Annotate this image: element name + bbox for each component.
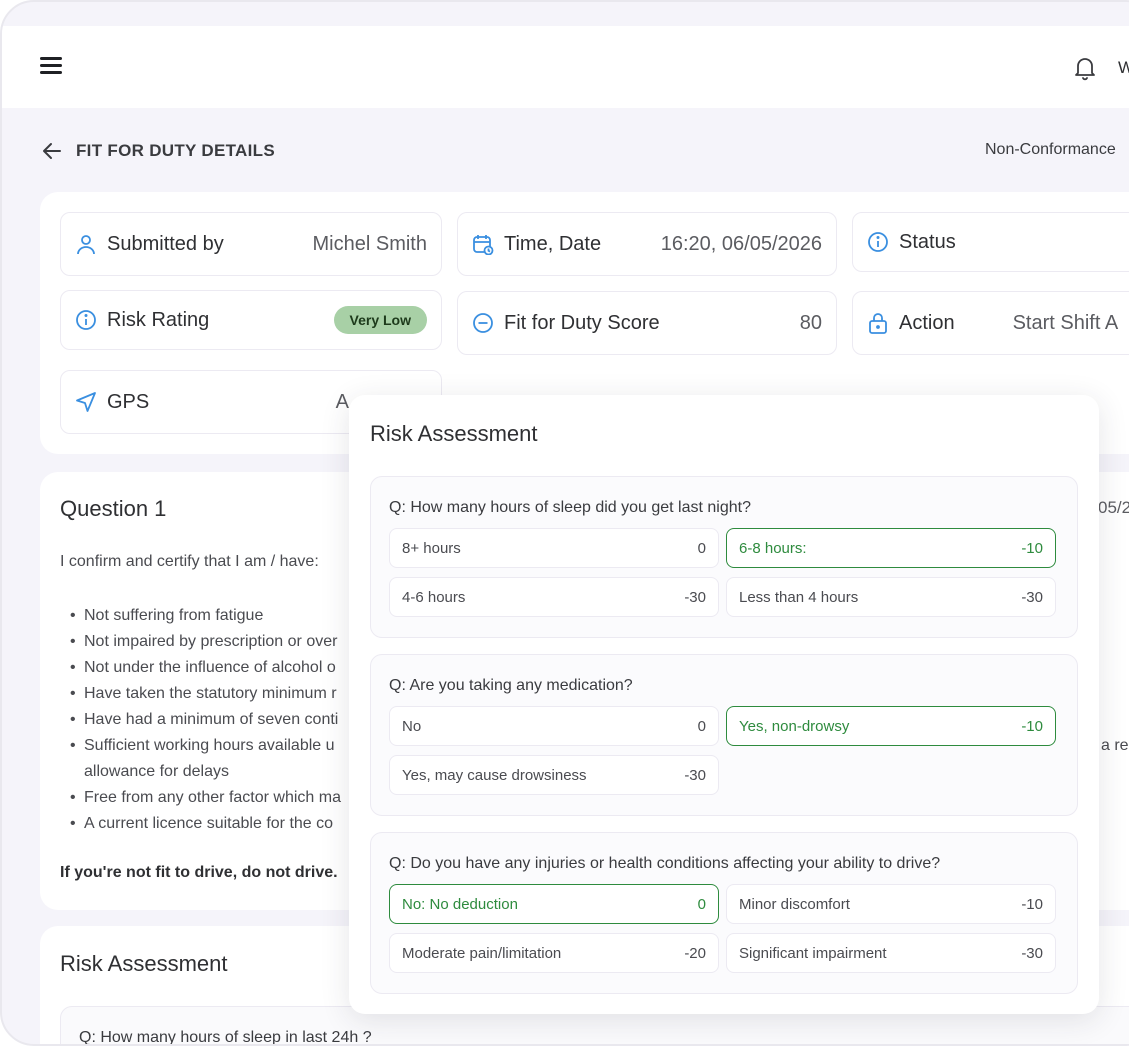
- action-value: Start Shift A: [1012, 311, 1119, 334]
- minus-circle-icon: [473, 313, 493, 333]
- option-no-deduction-selected[interactable]: No: No deduction 0: [389, 884, 719, 924]
- calendar-icon: [473, 235, 494, 255]
- score-label: Fit for Duty Score: [504, 311, 660, 334]
- option-4-6-hours[interactable]: 4-6 hours -30: [389, 577, 719, 617]
- risk-question-text: Q: How many hours of sleep in last 24h ?: [79, 1029, 372, 1046]
- question-title: Question 1: [60, 496, 167, 521]
- gps-value: A: [335, 390, 349, 413]
- risk-rating-card: Risk Rating Very Low: [60, 290, 442, 350]
- page-header: FIT FOR DUTY DETAILS: [40, 138, 275, 164]
- option-no-medication[interactable]: No 0: [389, 706, 719, 746]
- top-bar: W: [2, 26, 1129, 108]
- user-icon: [77, 235, 95, 255]
- time-date-label: Time, Date: [504, 232, 602, 255]
- app-frame: W FIT FOR DUTY DETAILS Non-Conformance S…: [0, 0, 1129, 1046]
- bell-icon[interactable]: [1073, 55, 1097, 81]
- question-intro: I confirm and certify that I am / have:: [60, 553, 319, 570]
- menu-icon[interactable]: [40, 57, 62, 77]
- status-label: Status: [899, 230, 956, 253]
- list-text-fragment: a rea: [1101, 737, 1129, 754]
- risk-section-title: Risk Assessment: [60, 951, 228, 976]
- modal-title: Risk Assessment: [370, 421, 538, 446]
- option-minor-discomfort[interactable]: Minor discomfort -10: [726, 884, 1056, 924]
- option-less-than-4-hours[interactable]: Less than 4 hours -30: [726, 577, 1056, 617]
- user-name-fragment[interactable]: W: [1118, 58, 1129, 78]
- option-yes-drowsiness[interactable]: Yes, may cause drowsiness -30: [389, 755, 719, 795]
- sleep-question-card: Q: How many hours of sleep did you get l…: [370, 476, 1078, 638]
- page-title: FIT FOR DUTY DETAILS: [76, 141, 275, 160]
- back-arrow-icon[interactable]: [40, 139, 64, 163]
- question-text: Q: How many hours of sleep did you get l…: [389, 499, 751, 516]
- non-conformance-link[interactable]: Non-Conformance: [985, 141, 1116, 159]
- injury-question-card: Q: Do you have any injuries or health co…: [370, 832, 1078, 994]
- time-date-value: 16:20, 06/05/2026: [660, 232, 822, 255]
- gps-label: GPS: [107, 390, 150, 413]
- score-value: 80: [799, 311, 822, 334]
- submitted-by-value: Michel Smith: [312, 232, 427, 255]
- navigation-icon: [76, 392, 96, 412]
- info-icon: [76, 310, 96, 330]
- info-icon: [868, 232, 888, 252]
- option-8plus-hours[interactable]: 8+ hours 0: [389, 528, 719, 568]
- submitted-by-label: Submitted by: [107, 232, 224, 255]
- lock-icon: [869, 313, 887, 334]
- option-moderate-pain[interactable]: Moderate pain/limitation -20: [389, 933, 719, 973]
- action-card: Action Start Shift A: [852, 291, 1129, 355]
- time-date-card: Time, Date 16:20, 06/05/2026: [457, 212, 837, 276]
- question-text: Q: Do you have any injuries or health co…: [389, 855, 941, 872]
- submitted-by-card: Submitted by Michel Smith: [60, 212, 442, 276]
- risk-rating-label: Risk Rating: [107, 308, 210, 331]
- medication-question-card: Q: Are you taking any medication? No 0 Ye…: [370, 654, 1078, 816]
- action-label: Action: [899, 311, 955, 334]
- option-significant-impairment[interactable]: Significant impairment -30: [726, 933, 1056, 973]
- score-card: Fit for Duty Score 80: [457, 291, 837, 355]
- risk-rating-badge: Very Low: [333, 306, 427, 334]
- question-date-fragment: 05/2: [1098, 498, 1129, 517]
- fit-warning: If you're not fit to drive, do not drive…: [60, 864, 338, 881]
- risk-assessment-modal: Risk Assessment Q: How many hours of sle…: [349, 395, 1099, 1014]
- status-card: Status: [852, 212, 1129, 272]
- question-text: Q: Are you taking any medication?: [389, 677, 633, 694]
- option-yes-non-drowsy-selected[interactable]: Yes, non-drowsy -10: [726, 706, 1056, 746]
- option-6-8-hours-selected[interactable]: 6-8 hours: -10: [726, 528, 1056, 568]
